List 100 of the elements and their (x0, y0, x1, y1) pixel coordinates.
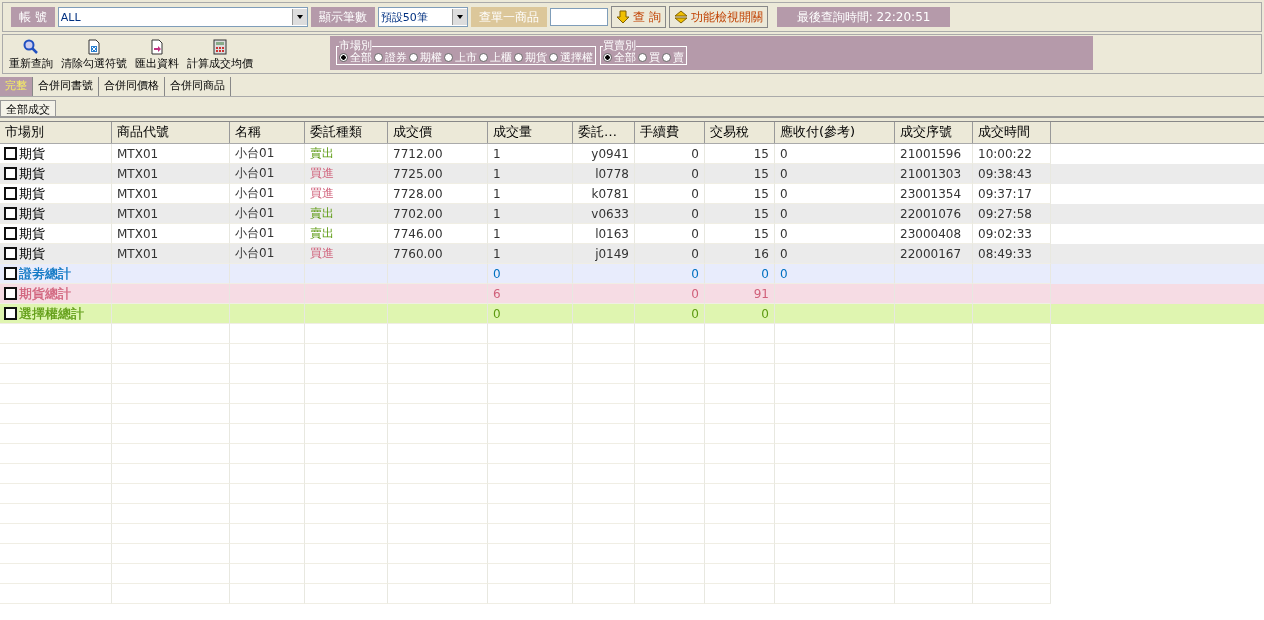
empty-cell (635, 444, 705, 464)
row-checkbox[interactable] (4, 287, 17, 300)
empty-cell (635, 464, 705, 484)
column-header[interactable]: 成交時間 (973, 122, 1051, 143)
row-checkbox[interactable] (4, 147, 17, 160)
empty-cell (635, 344, 705, 364)
table-cell: MTX01 (117, 246, 159, 261)
column-header[interactable]: 名稱 (230, 122, 305, 143)
table-cell: 小台01 (235, 145, 275, 162)
up-down-arrow-icon (673, 10, 688, 24)
count-dropdown[interactable]: 預設50筆 (377, 7, 468, 27)
empty-cell (573, 404, 635, 424)
group-title: 市場別 (339, 41, 372, 51)
toolbar-button[interactable]: 計算成交均價 (187, 39, 253, 73)
table-cell: 15 (753, 166, 769, 181)
empty-cell (705, 404, 775, 424)
empty-cell (635, 524, 705, 544)
toolbar-button[interactable]: 匯出資料 (135, 39, 179, 73)
table-cell: 7725.00 (393, 166, 443, 181)
table-cell: 證劵總計 (19, 264, 71, 283)
column-header[interactable]: 商品代號 (112, 122, 230, 143)
table-cell: 期貨總計 (19, 284, 71, 303)
empty-cell (573, 324, 635, 344)
empty-cell (573, 464, 635, 484)
table-cell: MTX01 (117, 206, 159, 221)
empty-cell (705, 364, 775, 384)
row-checkbox[interactable] (4, 167, 17, 180)
table-cell: 16 (753, 246, 769, 261)
column-header[interactable]: 交易稅 (705, 122, 775, 143)
row-checkbox[interactable] (4, 247, 17, 260)
column-header[interactable]: 手續費 (635, 122, 705, 143)
table-cell: 小台01 (235, 225, 275, 242)
table-cell: 期貨 (19, 184, 45, 203)
table-cell: 0 (691, 266, 699, 281)
product-input-field[interactable] (549, 8, 608, 26)
empty-cell (705, 424, 775, 444)
view-tab[interactable]: 合併同價格 (99, 77, 165, 96)
toggle-view-button[interactable]: 功能檢視開關 (668, 6, 768, 28)
table-cell: 小台01 (235, 205, 275, 222)
table-cell: k0781 (591, 186, 629, 201)
column-header[interactable]: 成交量 (488, 122, 573, 143)
table-cell: 10:00:22 (978, 146, 1032, 161)
empty-cell (573, 564, 635, 584)
column-header[interactable]: 成交序號 (895, 122, 973, 143)
single-product-label: 查單一商品 (470, 7, 547, 27)
table-cell: 21001596 (900, 146, 962, 161)
column-header[interactable]: 應收付(參考) (775, 122, 895, 143)
empty-cell (573, 584, 635, 604)
table-cell: 09:37:17 (978, 186, 1032, 201)
table-cell: 0 (691, 146, 699, 161)
table-cell: 小台01 (235, 245, 275, 262)
account-label: 帳 號 (11, 7, 55, 27)
row-checkbox[interactable] (4, 267, 17, 280)
table-cell: 7760.00 (393, 246, 443, 261)
table-cell: 7712.00 (393, 146, 443, 161)
empty-cell (573, 344, 635, 364)
view-tab[interactable]: 合併同書號 (33, 77, 99, 96)
empty-cell (573, 424, 635, 444)
table-cell: 小台01 (235, 165, 275, 182)
table-cell: 15 (753, 146, 769, 161)
table-cell: 1 (493, 186, 501, 201)
table-cell: 買進 (310, 165, 334, 182)
row-checkbox[interactable] (4, 227, 17, 240)
table-cell: 22001076 (900, 206, 962, 221)
row-checkbox[interactable] (4, 307, 17, 320)
sub-tab[interactable]: 全部成交 (0, 100, 56, 116)
table-cell: 賣出 (310, 225, 334, 242)
empty-cell (635, 484, 705, 504)
column-header[interactable]: 委託種類 (305, 122, 388, 143)
column-header[interactable]: 成交價 (388, 122, 488, 143)
empty-cell (635, 364, 705, 384)
table-cell: 08:49:33 (978, 246, 1032, 261)
table-cell: 0 (780, 146, 788, 161)
table-cell: 22000167 (900, 246, 962, 261)
table-cell: 小台01 (235, 185, 275, 202)
table-cell: MTX01 (117, 226, 159, 241)
table-cell: 0 (761, 306, 769, 321)
table-cell: 7702.00 (393, 206, 443, 221)
row-checkbox[interactable] (4, 187, 17, 200)
empty-cell (573, 544, 635, 564)
toolbar-button[interactable]: 清除勾選符號 (61, 39, 127, 73)
query-button[interactable]: 查 詢 (610, 6, 666, 28)
empty-cell (573, 484, 635, 504)
table-cell: 期貨 (19, 164, 45, 183)
table-cell: 期貨 (19, 144, 45, 163)
document-arrow-icon (149, 39, 165, 55)
column-header[interactable]: 委託… (573, 122, 635, 143)
empty-cell (573, 384, 635, 404)
empty-cell (705, 524, 775, 544)
view-tab[interactable]: 合併同商品 (165, 77, 231, 96)
row-checkbox[interactable] (4, 207, 17, 220)
calculator-icon (212, 39, 228, 55)
table-cell: 15 (753, 206, 769, 221)
account-dropdown[interactable]: ALL (57, 7, 308, 27)
table-cell: 09:02:33 (978, 226, 1032, 241)
column-header[interactable]: 市場別 (0, 122, 112, 143)
table-cell: 09:38:43 (978, 166, 1032, 181)
toolbar-button[interactable]: 重新查詢 (9, 39, 53, 73)
table-cell: 1 (493, 246, 501, 261)
empty-cell (573, 524, 635, 544)
